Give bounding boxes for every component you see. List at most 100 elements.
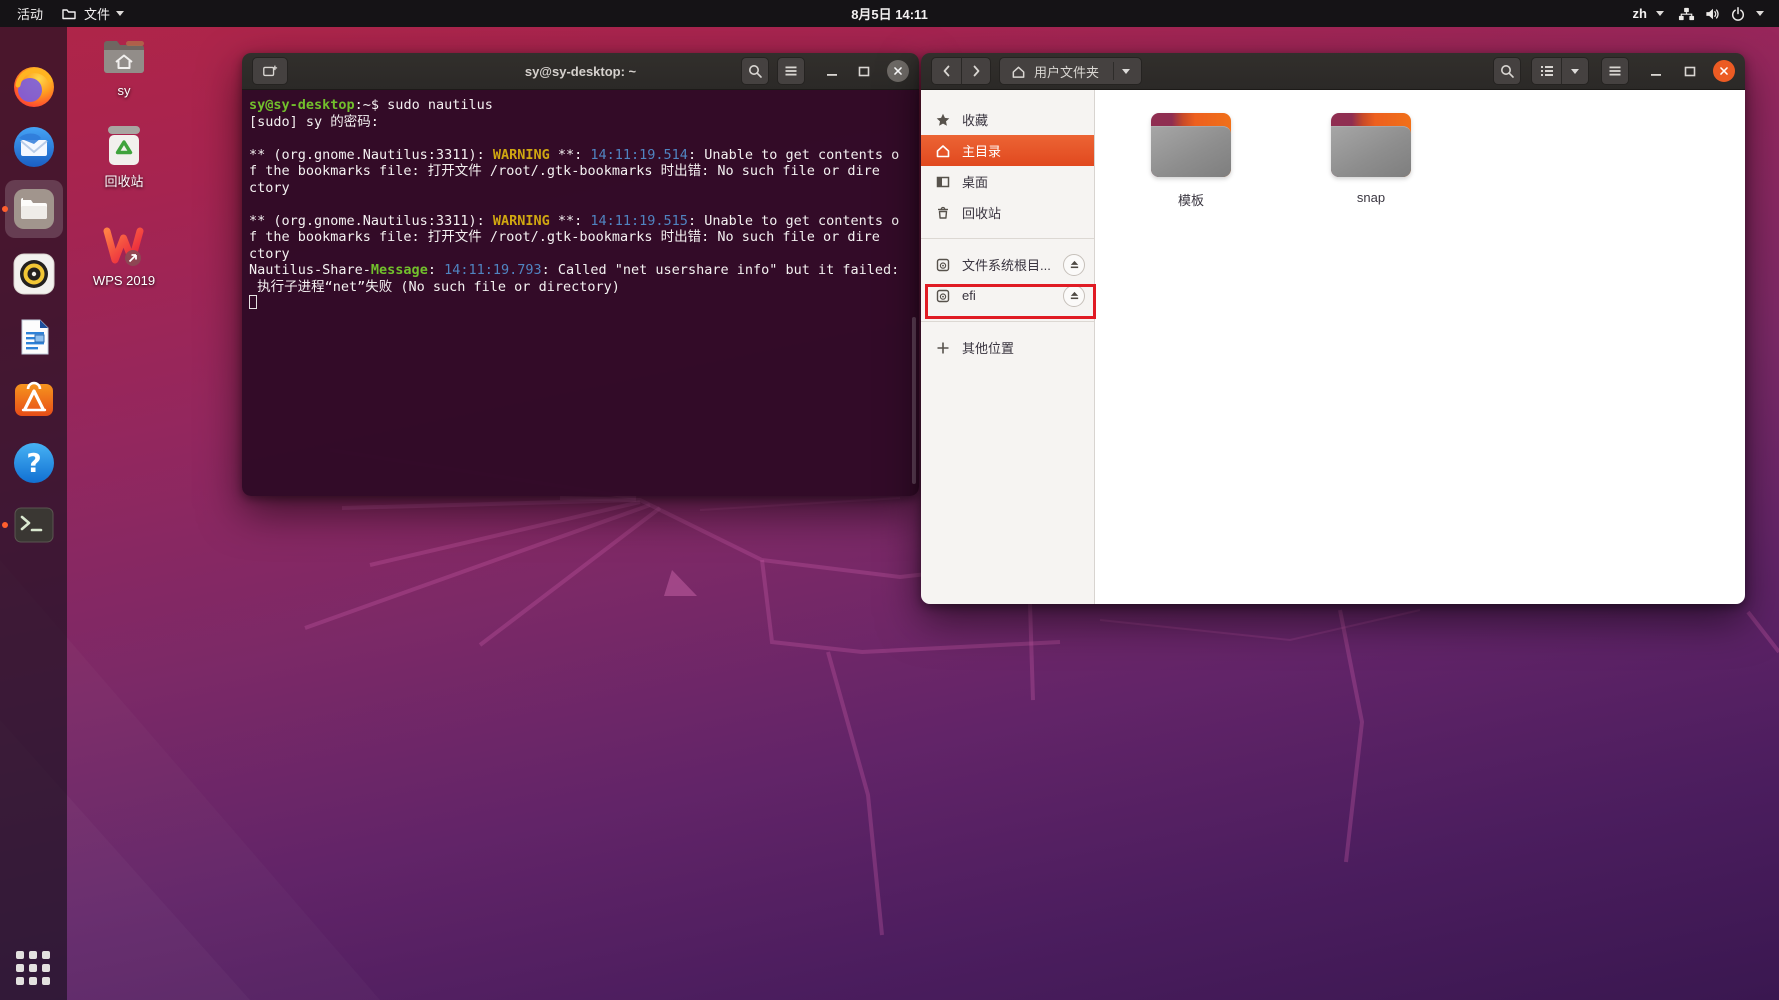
- sidebar-item-收藏[interactable]: 收藏: [921, 104, 1094, 135]
- terminal-text-segment: **:: [549, 212, 591, 229]
- files-close-button[interactable]: [1713, 60, 1735, 82]
- sidebar-item-label: 桌面: [962, 175, 989, 190]
- dock-item-help[interactable]: ?: [11, 440, 57, 486]
- dock-item-ubuntu-software[interactable]: [11, 376, 57, 422]
- eject-button[interactable]: [1063, 253, 1085, 276]
- firefox-icon: [11, 64, 57, 110]
- dock: ?: [0, 27, 67, 1000]
- sidebar-item-文件系统根目...[interactable]: 文件系统根目...: [921, 249, 1094, 280]
- activities-button[interactable]: 活动: [8, 0, 52, 27]
- forward-button[interactable]: [961, 57, 991, 85]
- ubuntu-software-icon: [11, 376, 57, 422]
- terminal-line: f the bookmarks file: 打开文件 /root/.gtk-bo…: [249, 163, 917, 180]
- eject-button[interactable]: [1063, 284, 1085, 307]
- terminal-window: sy@sy-desktop: ~ sy@sy-desktop:~$ sudo n…: [242, 53, 919, 496]
- dock-item-libreoffice-writer[interactable]: [11, 314, 57, 360]
- star-icon: [935, 112, 951, 128]
- files-window: 用户文件夹 收藏 主目录 桌面 回收站 文件系统根目... efi 其他位置 模…: [921, 53, 1745, 604]
- home-icon: [1011, 64, 1026, 79]
- sidebar-separator: [921, 238, 1094, 239]
- back-button[interactable]: [931, 57, 961, 85]
- path-bar-button[interactable]: 用户文件夹: [999, 57, 1143, 85]
- folder-label: 模板: [1177, 193, 1204, 208]
- dock-item-files[interactable]: [2, 180, 63, 238]
- terminal-minimize-button[interactable]: [823, 62, 841, 80]
- terminal-line: ** (org.gnome.Nautilus:3311): WARNING **…: [249, 147, 917, 164]
- dock-item-thunderbird[interactable]: [11, 124, 57, 170]
- sidebar-item-label: efi: [962, 288, 976, 303]
- sidebar-item-主目录[interactable]: 主目录: [921, 135, 1094, 166]
- sidebar-item-回收站[interactable]: 回收站: [921, 197, 1094, 228]
- folder-label: snap: [1356, 190, 1386, 205]
- keyboard-layout-button[interactable]: zh: [1626, 0, 1671, 27]
- files-headerbar[interactable]: 用户文件夹: [921, 53, 1745, 90]
- terminal-text-segment: ctory: [249, 245, 290, 262]
- terminal-scrollbar[interactable]: [912, 317, 916, 484]
- terminal-text-segment: 执行子进程“net”失败 (No such file or directory): [249, 278, 620, 295]
- terminal-close-button[interactable]: [887, 60, 909, 82]
- files-minimize-button[interactable]: [1647, 62, 1665, 80]
- terminal-text-segment: 14:11:19.514: [590, 146, 688, 163]
- terminal-line: ** (org.gnome.Nautilus:3311): WARNING **…: [249, 213, 917, 230]
- grid-dot: [16, 977, 24, 985]
- home-folder-icon: [100, 36, 148, 80]
- view-options-button[interactable]: [1561, 57, 1589, 85]
- files-icon: [11, 186, 57, 232]
- trash-icon: [100, 124, 148, 168]
- status-area: zh: [1626, 0, 1771, 27]
- grid-dot: [16, 951, 24, 959]
- chevron-down-icon: [1656, 11, 1664, 16]
- files-maximize-button[interactable]: [1681, 62, 1699, 80]
- clock-button[interactable]: 8月5日 14:11: [842, 0, 937, 27]
- terminal-text-segment: sy@sy-desktop: [249, 97, 355, 113]
- folder-item-模板[interactable]: 模板: [1115, 113, 1267, 209]
- grid-dot: [29, 951, 37, 959]
- keyboard-layout-label: zh: [1632, 6, 1647, 21]
- system-menu-button[interactable]: [1671, 0, 1771, 27]
- terminal-menu-button[interactable]: [777, 57, 805, 85]
- dock-item-rhythmbox[interactable]: [11, 251, 57, 297]
- app-menu-label: 文件: [84, 7, 111, 22]
- sidebar-item-label: 收藏: [962, 113, 989, 128]
- terminal-cursor: [249, 295, 257, 309]
- dock-item-terminal[interactable]: [2, 502, 57, 548]
- show-applications-button[interactable]: [16, 951, 52, 987]
- terminal-text-segment: 14:11:19.793: [444, 262, 542, 278]
- top-bar: 活动 文件 8月5日 14:11 zh: [0, 0, 1779, 27]
- grid-dot: [42, 951, 50, 959]
- terminal-text-segment: Message: [370, 262, 428, 278]
- terminal-text-segment: **:: [549, 146, 591, 163]
- sidebar-item-label: 文件系统根目...: [962, 258, 1051, 273]
- thunderbird-icon: [11, 124, 57, 170]
- files-search-button[interactable]: [1493, 57, 1521, 85]
- desktop-icon-label: WPS 2019: [92, 273, 156, 288]
- files-menu-button[interactable]: [1601, 57, 1629, 85]
- sidebar-item-efi[interactable]: efi: [921, 280, 1094, 311]
- terminal-text-segment: [sudo] sy 的密码:: [249, 113, 379, 130]
- desktop-icon-sy[interactable]: sy: [72, 36, 176, 98]
- terminal-search-button[interactable]: [741, 57, 769, 85]
- chevron-down-icon: [1756, 11, 1764, 16]
- terminal-line: f the bookmarks file: 打开文件 /root/.gtk-bo…: [249, 229, 917, 246]
- terminal-text-segment: ** (org.gnome.Nautilus:3311):: [249, 146, 493, 163]
- dock-item-firefox[interactable]: [11, 64, 57, 110]
- folder-item-snap[interactable]: snap: [1295, 113, 1447, 205]
- running-indicator: [2, 206, 8, 212]
- files-content-pane[interactable]: 模板 snap: [1095, 90, 1745, 604]
- sidebar-item-桌面[interactable]: 桌面: [921, 166, 1094, 197]
- desktop-icon-回收站[interactable]: 回收站: [72, 124, 176, 190]
- terminal-headerbar[interactable]: sy@sy-desktop: ~: [242, 53, 919, 90]
- new-tab-button[interactable]: [252, 57, 288, 85]
- network-wired-icon: [1678, 6, 1695, 22]
- desktop-icon-WPS 2019[interactable]: WPS 2019: [72, 226, 176, 288]
- list-view-button[interactable]: [1531, 57, 1561, 85]
- app-menu-button[interactable]: 文件: [52, 0, 133, 27]
- sidebar-item-其他位置[interactable]: 其他位置: [921, 332, 1094, 363]
- terminal-maximize-button[interactable]: [855, 62, 873, 80]
- terminal-content[interactable]: sy@sy-desktop:~$ sudo nautilus [sudo] sy …: [242, 90, 919, 496]
- terminal-line: Nautilus-Share-Message: 14:11:19.793: Ca…: [249, 262, 917, 279]
- files-app-icon: [61, 6, 78, 22]
- terminal-text-segment: ** (org.gnome.Nautilus:3311):: [249, 212, 493, 229]
